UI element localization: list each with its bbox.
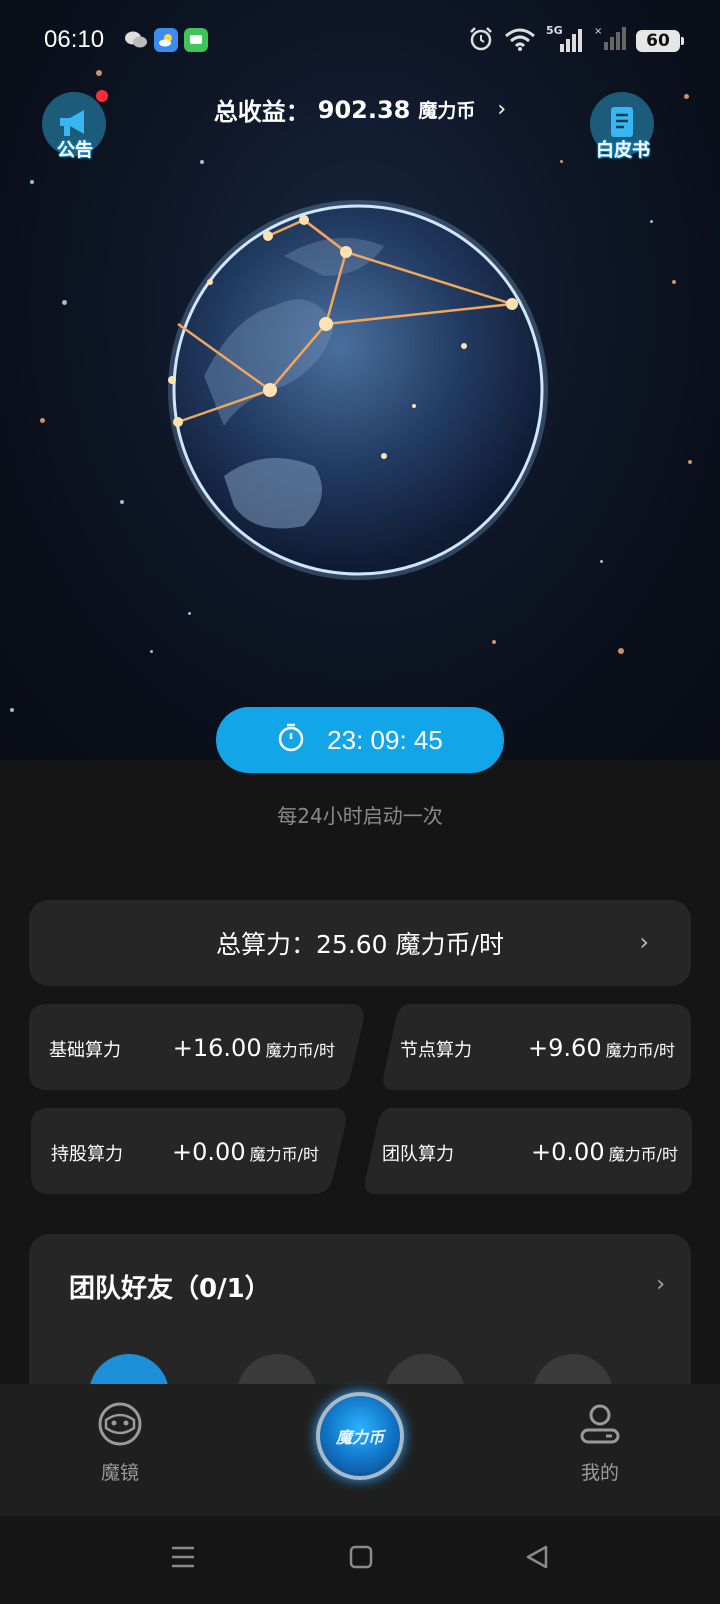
bottom-navigation: 魔镜 魔力币 我的: [0, 1384, 720, 1516]
coin-label: 魔力币: [335, 1428, 384, 1447]
status-app-icons: [124, 28, 208, 52]
wifi-icon: [504, 27, 536, 55]
status-time: 06:10: [44, 26, 105, 53]
home-icon[interactable]: [348, 1544, 374, 1574]
total-power-text: 总算力：25.60 魔力币/时: [216, 930, 504, 959]
status-bar: 06:10 5G × 60: [0, 22, 720, 62]
team-power-card: 团队算力 +0.00 魔力币/时: [362, 1108, 692, 1194]
globe-illustration: [164, 196, 552, 584]
alarm-icon: [468, 26, 494, 56]
power-label: 团队算力: [382, 1144, 454, 1165]
nav-item-profile[interactable]: 我的: [550, 1402, 650, 1485]
stopwatch-icon: [277, 722, 305, 759]
system-navigation-bar: [0, 1516, 720, 1604]
total-power-card[interactable]: 总算力：25.60 魔力币/时 ›: [29, 900, 691, 986]
menu-icon[interactable]: [170, 1544, 196, 1574]
status-indicators: 5G × 60: [468, 24, 684, 56]
signal-sim2-icon: ×: [592, 26, 626, 56]
power-value: +9.60 魔力币/时: [528, 1034, 675, 1062]
timer-hint: 每24小时启动一次: [277, 804, 443, 828]
total-income-value: 902.38: [317, 95, 411, 124]
weather-icon: [154, 28, 178, 52]
power-value: +16.00 魔力币/时: [172, 1034, 335, 1062]
nav-item-magic-mirror[interactable]: 魔镜: [70, 1402, 170, 1485]
whitepaper-button[interactable]: 白皮书: [586, 92, 660, 166]
announcement-label: 公告: [57, 140, 93, 161]
wechat-icon: [124, 28, 148, 52]
power-value: +0.00 魔力币/时: [172, 1138, 319, 1166]
user-icon: [578, 1404, 622, 1450]
power-label: 基础算力: [49, 1040, 121, 1061]
team-title: 团队好友（0/1）: [69, 1274, 271, 1304]
mining-timer-button[interactable]: 23: 09: 45: [216, 707, 504, 773]
power-label: 持股算力: [51, 1144, 123, 1165]
whitepaper-label: 白皮书: [596, 140, 650, 161]
total-income-label: 总收益：: [213, 98, 310, 126]
back-icon[interactable]: [524, 1544, 550, 1574]
nav-item-magic-coin[interactable]: 魔力币: [316, 1392, 404, 1480]
nav-label: 我的: [580, 1462, 619, 1484]
countdown-text: 23: 09: 45: [327, 724, 443, 755]
power-label: 节点算力: [400, 1040, 472, 1061]
node-power-card: 节点算力 +9.60 魔力币/时: [380, 1004, 691, 1090]
nav-label: 魔镜: [100, 1462, 139, 1484]
chevron-right-icon: ›: [497, 97, 507, 122]
messages-icon: [184, 28, 208, 52]
base-power-card: 基础算力 +16.00 魔力币/时: [29, 1004, 367, 1090]
chevron-right-icon: ›: [639, 928, 649, 956]
battery-indicator: 60: [636, 30, 684, 52]
svg-text:×: ×: [594, 26, 602, 37]
power-value: +0.00 魔力币/时: [531, 1138, 678, 1166]
holding-power-card: 持股算力 +0.00 魔力币/时: [31, 1108, 349, 1194]
hero-space-background: 06:10 5G × 60 公告 总收益： 902.38 魔力币 › 白皮书: [0, 0, 720, 760]
total-income-unit: 魔力币: [418, 100, 476, 122]
robot-face-icon: [96, 1402, 144, 1450]
chevron-right-icon: ›: [656, 1272, 665, 1297]
signal-5g-icon: 5G: [546, 24, 582, 54]
